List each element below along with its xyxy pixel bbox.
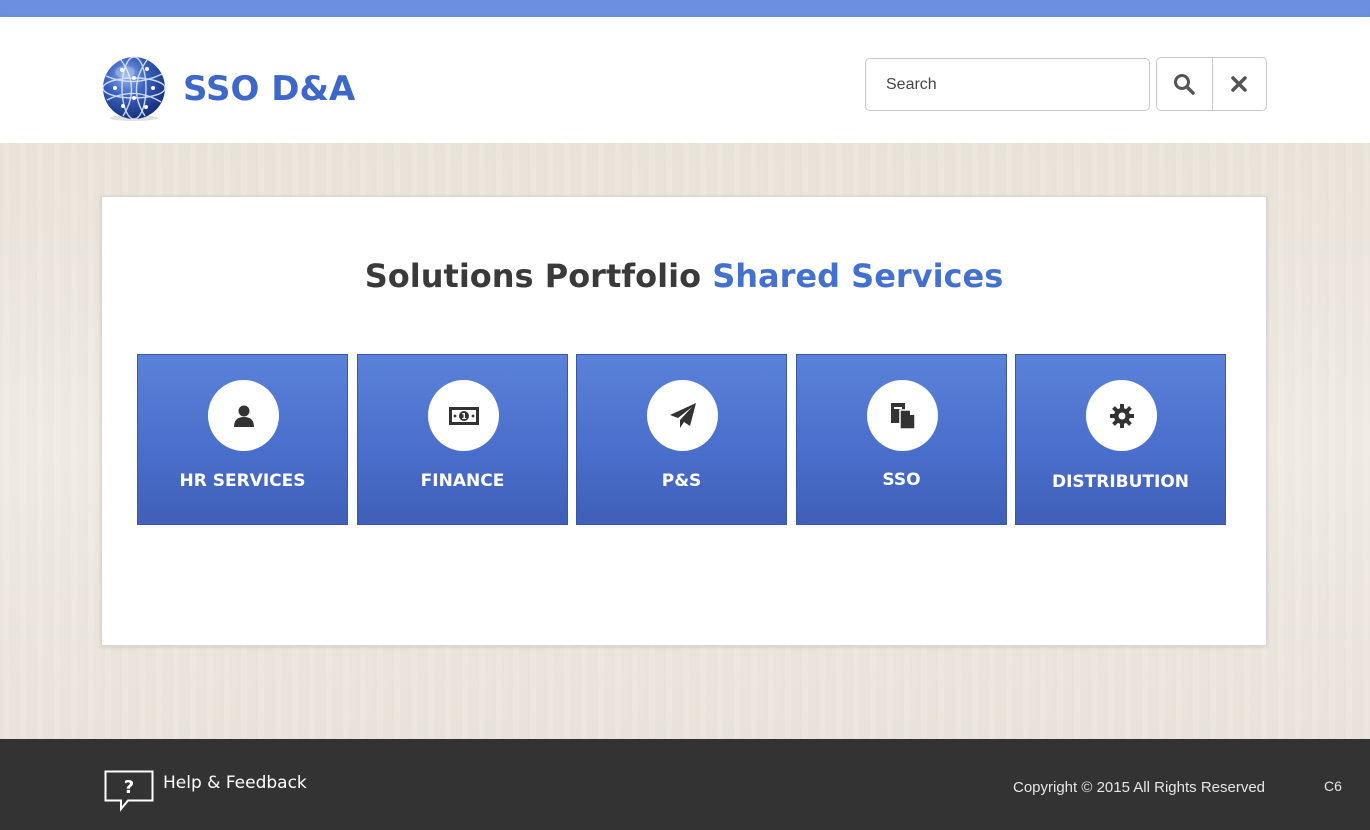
footer: ? Help & Feedback Copyright © 2015 All R… xyxy=(0,739,1370,830)
brand-title: SSO D&A xyxy=(183,69,356,109)
search-button[interactable] xyxy=(1157,58,1212,110)
tile-icon-circle xyxy=(208,380,279,451)
gear-icon xyxy=(1109,403,1134,428)
tile-icon-circle xyxy=(1086,380,1157,451)
search-icon xyxy=(1174,74,1195,95)
help-feedback-label: Help & Feedback xyxy=(163,773,307,793)
globe-logo-icon xyxy=(102,56,166,121)
tile-label: P&S xyxy=(661,471,702,491)
tile-label: SSO xyxy=(882,470,921,490)
tile-ps[interactable]: P&S xyxy=(576,354,787,525)
tile-label: FINANCE xyxy=(420,471,505,491)
svg-text:?: ? xyxy=(124,777,134,798)
clear-button[interactable] xyxy=(1211,58,1267,110)
tile-label: HR SERVICES xyxy=(179,471,306,491)
tile-distribution[interactable]: DISTRIBUTION xyxy=(1015,354,1226,525)
version-label: C6 xyxy=(1324,778,1342,794)
page-title-accent: Shared Services xyxy=(712,257,1004,295)
user-icon xyxy=(233,405,254,427)
documents-icon xyxy=(890,402,916,430)
paper-plane-icon xyxy=(669,402,696,428)
portfolio-card: Solutions Portfolio Shared Services HR S… xyxy=(101,196,1267,646)
svg-text:1: 1 xyxy=(461,412,467,421)
tile-icon-circle: 1 xyxy=(428,380,499,451)
tile-label: DISTRIBUTION xyxy=(1051,472,1190,492)
close-icon xyxy=(1231,76,1247,92)
page-title: Solutions Portfolio Shared Services xyxy=(102,257,1266,295)
tile-sso[interactable]: SSO xyxy=(796,354,1007,525)
copyright-text: Copyright © 2015 All Rights Reserved xyxy=(1013,779,1266,796)
search-button-group xyxy=(1156,57,1267,111)
page-title-main: Solutions Portfolio xyxy=(364,257,702,295)
tile-icon-circle xyxy=(867,380,938,451)
help-bubble-icon: ? xyxy=(104,770,154,812)
header: SSO D&A xyxy=(0,17,1370,143)
help-feedback-link[interactable]: ? Help & Feedback xyxy=(104,770,307,812)
tile-icon-circle xyxy=(647,380,718,451)
search-input[interactable] xyxy=(865,58,1150,111)
top-accent-bar xyxy=(0,0,1370,17)
tile-hr-services[interactable]: HR SERVICES xyxy=(137,354,348,525)
tile-finance[interactable]: 1 FINANCE xyxy=(357,354,568,525)
money-icon: 1 xyxy=(448,406,479,425)
